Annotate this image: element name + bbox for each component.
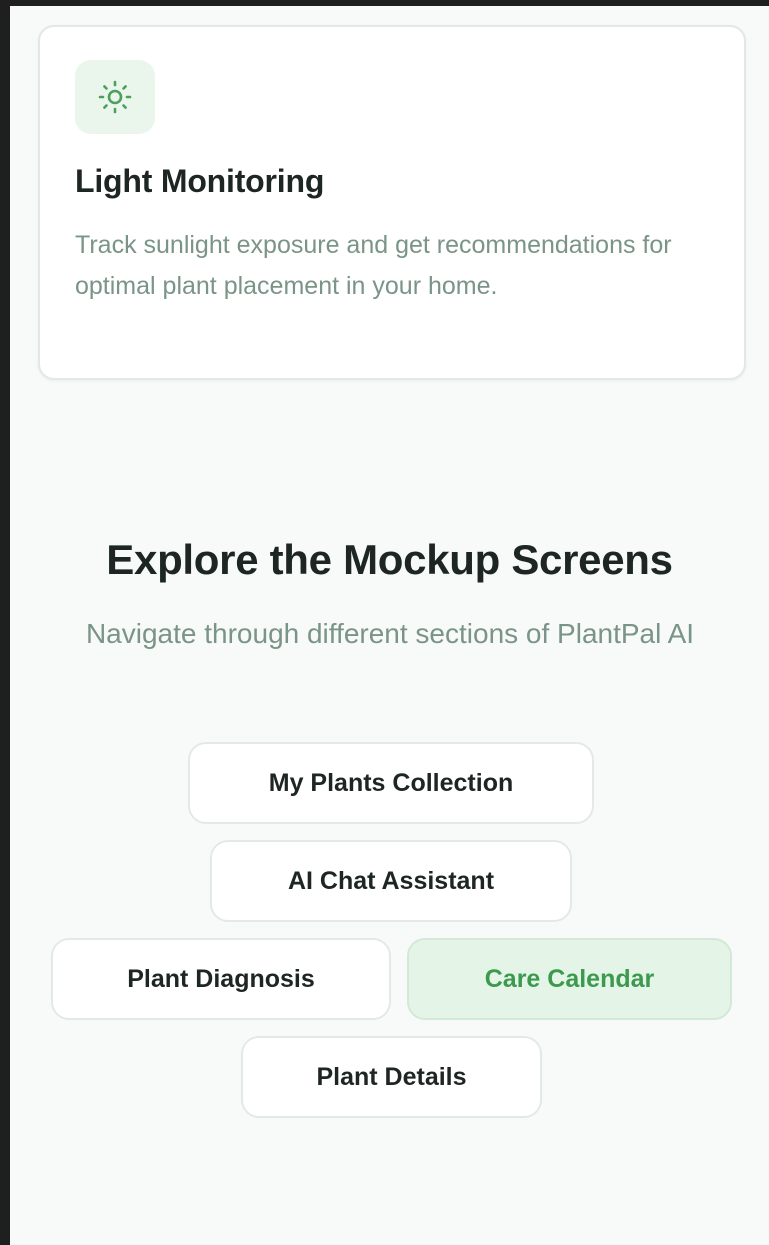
page-frame: Light Monitoring Track sunlight exposure… bbox=[10, 6, 769, 1245]
section-title: Explore the Mockup Screens bbox=[106, 536, 673, 583]
plant-details-button[interactable]: Plant Details bbox=[241, 1036, 542, 1118]
feature-description: Track sunlight exposure and get recommen… bbox=[75, 231, 672, 300]
care-calendar-button[interactable]: Care Calendar bbox=[407, 938, 732, 1020]
ai-chat-assistant-button[interactable]: AI Chat Assistant bbox=[210, 840, 572, 922]
feature-title: Light Monitoring bbox=[75, 163, 325, 199]
feature-card-light-monitoring: Light Monitoring Track sunlight exposure… bbox=[38, 25, 746, 380]
feature-icon-box bbox=[75, 60, 155, 134]
sun-icon bbox=[98, 80, 132, 114]
plant-diagnosis-button[interactable]: Plant Diagnosis bbox=[51, 938, 391, 1020]
my-plants-collection-button[interactable]: My Plants Collection bbox=[188, 742, 594, 824]
section-subtitle: Navigate through different sections of P… bbox=[85, 618, 695, 649]
